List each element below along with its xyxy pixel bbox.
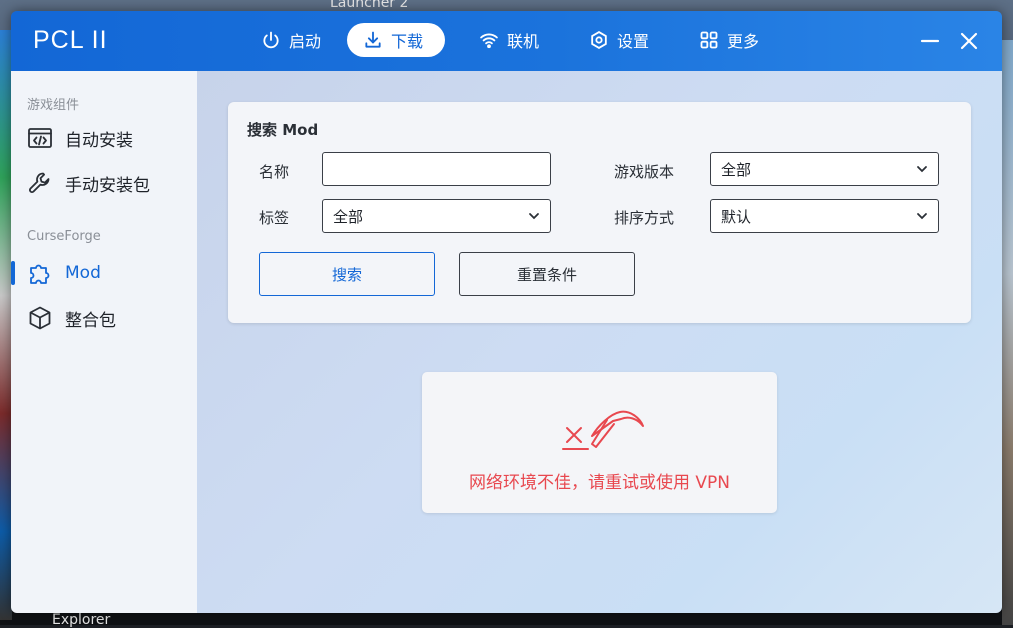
desktop-label-top: Launcher 2: [330, 0, 409, 11]
game-version-value: 全部: [721, 160, 752, 179]
sidebar-item-mod-label: Mod: [65, 263, 101, 283]
settings-icon: [591, 31, 607, 49]
sort-label: 排序方式: [614, 209, 675, 227]
sidebar-item-manual-install-label: 手动安装包: [65, 175, 150, 196]
search-button[interactable]: 搜索: [259, 252, 435, 296]
nav-more[interactable]: 更多: [683, 23, 775, 57]
nav-download[interactable]: 下载: [347, 23, 445, 57]
nav-launch[interactable]: 启动: [245, 23, 337, 57]
wifi-icon: [480, 33, 498, 49]
tag-select[interactable]: 全部: [322, 199, 551, 233]
desktop-label-bottom: Explorer: [52, 612, 111, 628]
reset-button[interactable]: 重置条件: [459, 252, 635, 296]
sidebar-item-manual-install[interactable]: 手动安装包: [11, 163, 197, 203]
error-card: 网络环境不佳，请重试或使用 VPN: [422, 372, 777, 513]
name-label: 名称: [259, 163, 290, 181]
sidebar: 游戏组件 自动安装 手动安装包 CurseForge Mod 整合包: [11, 71, 197, 613]
nav-multiplayer-label: 联机: [507, 32, 540, 51]
nav-settings-label: 设置: [617, 32, 650, 51]
sidebar-section-game-components: 游戏组件: [27, 98, 80, 113]
nav-launch-label: 启动: [289, 32, 322, 51]
nav-multiplayer[interactable]: 联机: [463, 23, 555, 57]
search-card-title: 搜索 Mod: [247, 121, 319, 139]
puzzle-icon: [30, 264, 50, 284]
sort-select[interactable]: 默认: [710, 199, 939, 233]
sidebar-item-auto-install[interactable]: 自动安装: [11, 118, 197, 158]
sidebar-item-auto-install-label: 自动安装: [65, 130, 133, 151]
sidebar-item-modpack[interactable]: 整合包: [11, 298, 197, 338]
pickaxe-error-icon: [562, 410, 644, 450]
grid-icon: [700, 31, 718, 49]
download-icon: [365, 31, 381, 48]
chevron-down-icon: [529, 213, 539, 220]
search-card: 搜索 Mod 名称 游戏版本 全部 标签 全部 排序方式 默认 搜索 重置条件: [228, 102, 971, 323]
box-icon: [29, 306, 51, 330]
game-version-select[interactable]: 全部: [710, 152, 939, 186]
minimize-icon[interactable]: [918, 29, 942, 53]
nav-more-label: 更多: [727, 32, 760, 51]
tag-label: 标签: [259, 209, 290, 227]
sort-value: 默认: [721, 207, 752, 226]
wrench-icon: [29, 172, 50, 193]
nav-settings[interactable]: 设置: [573, 23, 665, 57]
main-content: 搜索 Mod 名称 游戏版本 全部 标签 全部 排序方式 默认 搜索 重置条件: [197, 71, 1002, 613]
game-version-label: 游戏版本: [614, 163, 675, 181]
tag-value: 全部: [333, 207, 364, 226]
title-bar: PCL II 启动 下载 联机 设置 更多: [11, 11, 1002, 71]
name-input[interactable]: [322, 152, 551, 186]
app-title: PCL II: [33, 26, 108, 54]
chevron-down-icon: [917, 213, 927, 220]
desktop-wallpaper-edge: [1002, 40, 1013, 625]
close-icon[interactable]: [957, 29, 981, 53]
sidebar-item-mod[interactable]: Mod: [11, 253, 197, 293]
power-icon: [263, 31, 279, 49]
nav-download-label: 下载: [391, 32, 424, 51]
chevron-down-icon: [917, 166, 927, 173]
sidebar-section-curseforge: CurseForge: [27, 229, 101, 244]
sidebar-item-modpack-label: 整合包: [65, 310, 116, 331]
active-indicator: [11, 261, 15, 285]
error-message: 网络环境不佳，请重试或使用 VPN: [468, 473, 730, 493]
app-window: PCL II 启动 下载 联机 设置 更多 游戏组件 自动安装 手动安装包 Cu…: [11, 11, 1002, 613]
code-icon: [28, 128, 52, 148]
